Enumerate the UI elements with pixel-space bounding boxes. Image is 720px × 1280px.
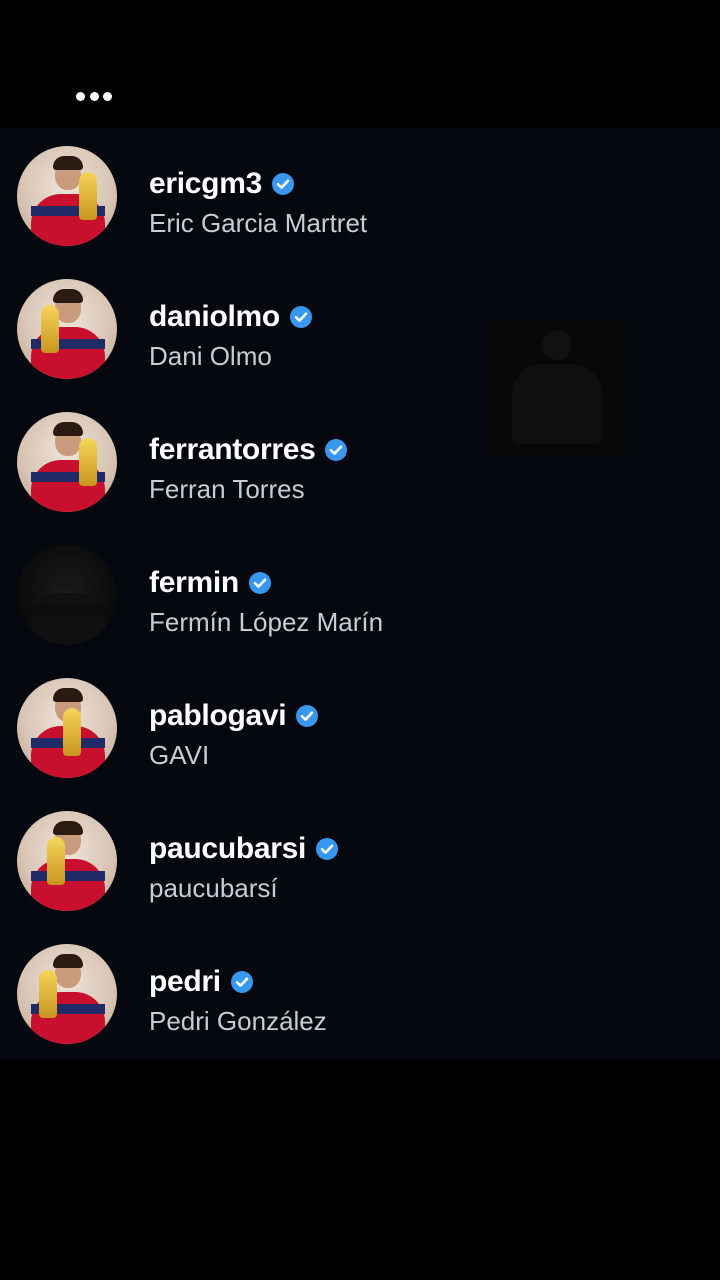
avatar[interactable] <box>17 944 117 1044</box>
more-options-icon[interactable] <box>76 90 112 102</box>
username[interactable]: ericgm3 <box>149 167 262 201</box>
account-row-ericgm3[interactable]: ericgm3 Eric Garcia Martret <box>0 136 720 256</box>
verified-badge-icon <box>296 705 319 727</box>
avatar[interactable] <box>17 545 117 645</box>
avatar[interactable] <box>17 279 117 379</box>
full-name: Eric Garcia Martret <box>149 208 368 238</box>
dot <box>76 91 85 101</box>
username[interactable]: ferrantorres <box>149 433 316 467</box>
username-line: paucubarsi <box>149 831 339 867</box>
avatar[interactable] <box>17 811 117 911</box>
username[interactable]: pablogavi <box>149 699 287 733</box>
username-line: ferrantorres <box>149 432 348 468</box>
avatar[interactable] <box>17 412 117 512</box>
verified-badge-icon <box>271 173 294 195</box>
verified-badge-icon <box>325 439 348 461</box>
dot <box>89 91 99 101</box>
full-name: Pedri González <box>149 1006 327 1036</box>
account-row-paucubarsi[interactable]: paucubarsi paucubarsí <box>0 801 720 921</box>
full-name: Ferran Torres <box>149 474 305 504</box>
full-name: paucubarsí <box>149 873 278 903</box>
username-line: pedri <box>149 964 254 1000</box>
username-line: pablogavi <box>149 698 319 734</box>
verified-badge-icon <box>316 838 339 860</box>
verified-badge-icon <box>230 971 253 993</box>
account-row-daniolmo[interactable]: daniolmo Dani Olmo <box>0 269 720 389</box>
username[interactable]: fermin <box>149 566 239 600</box>
avatar[interactable] <box>17 146 117 246</box>
verified-badge-icon <box>248 572 271 594</box>
account-row-pablogavi[interactable]: pablogavi GAVI <box>0 668 720 788</box>
avatar[interactable] <box>17 678 117 778</box>
full-name: Fermín López Marín <box>149 607 384 637</box>
account-row-pedri[interactable]: pedri Pedri González <box>0 934 720 1054</box>
full-name: GAVI <box>149 740 210 770</box>
full-name: Dani Olmo <box>149 341 272 371</box>
username[interactable]: daniolmo <box>149 300 280 334</box>
username-line: fermin <box>149 565 272 601</box>
username-line: daniolmo <box>149 299 313 335</box>
verified-badge-icon <box>289 306 312 328</box>
username-line: ericgm3 <box>149 166 295 202</box>
account-row-fermin[interactable]: fermin Fermín López Marín <box>0 535 720 655</box>
top-bar <box>0 0 720 128</box>
account-row-ferrantorres[interactable]: ferrantorres Ferran Torres <box>0 402 720 522</box>
username[interactable]: paucubarsi <box>149 832 306 866</box>
dot <box>103 91 112 101</box>
username[interactable]: pedri <box>149 965 221 999</box>
